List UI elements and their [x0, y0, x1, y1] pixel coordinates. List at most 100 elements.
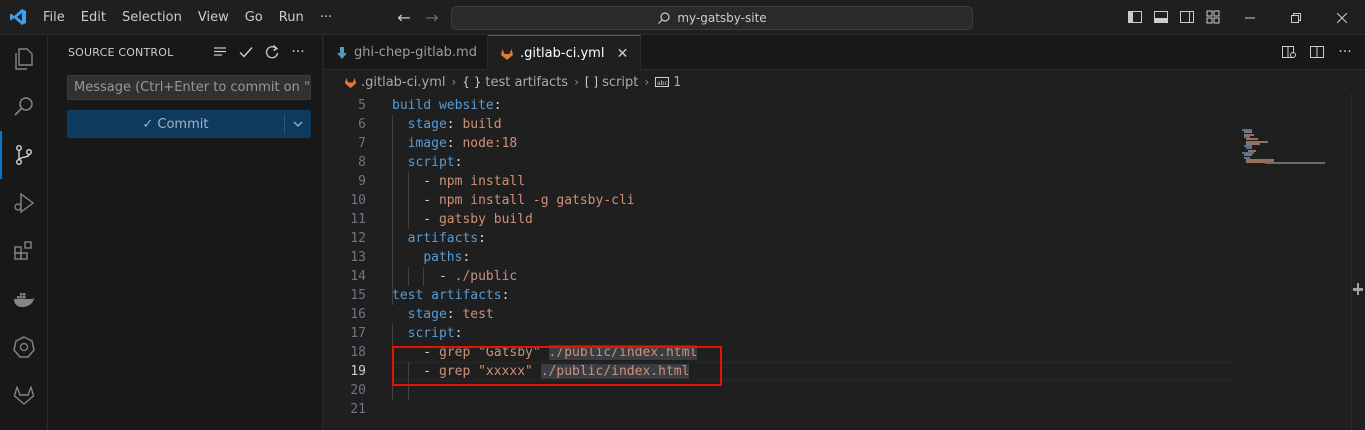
minimize-icon[interactable] [1227, 0, 1273, 35]
line-content: artifacts: [392, 229, 486, 248]
source-control-icon[interactable] [0, 131, 48, 179]
line-number: 12 [350, 231, 366, 246]
line-content: test artifacts: [392, 286, 509, 305]
menu-item-edit[interactable]: Edit [73, 0, 114, 35]
toggle-secondary-sidebar-icon[interactable] [1178, 8, 1196, 26]
line-number: 17 [350, 326, 366, 341]
commit-check-icon[interactable] [238, 44, 254, 60]
line-number: 16 [350, 307, 366, 322]
open-preview-icon[interactable] [1281, 44, 1297, 60]
menu-item-view[interactable]: View [190, 0, 237, 35]
punctuation [392, 136, 408, 151]
minimap[interactable] [1239, 93, 1351, 430]
code-line[interactable]: 11 - gatsby build [324, 210, 1239, 229]
menu-item-file[interactable]: File [35, 0, 73, 35]
line-content: - npm install -g gatsby-cli [392, 191, 635, 210]
punctuation: : [501, 288, 510, 303]
menu-more-icon[interactable]: ··· [312, 0, 340, 35]
close-tab-icon[interactable]: ✕ [614, 46, 630, 62]
source-control-panel: SOURCE CONTROL ··· Message (Ctrl+Enter t… [48, 35, 323, 430]
refresh-icon[interactable] [264, 44, 280, 60]
line-number: 21 [350, 402, 366, 417]
tab-ghi-chep-gitlab-md[interactable]: ghi-chep-gitlab.md [324, 35, 488, 70]
code-line[interactable]: 5 build website: [324, 96, 1239, 115]
breadcrumb-job[interactable]: test artifacts [485, 75, 568, 90]
highlight-annotation-box [392, 346, 722, 386]
menu-item-go[interactable]: Go [237, 0, 271, 35]
command-center-text: my-gatsby-site [677, 11, 767, 25]
line-content: - gatsby build [392, 210, 533, 229]
search-activity-icon[interactable] [0, 83, 48, 131]
punctuation: : [446, 117, 463, 132]
line-number: 8 [358, 155, 366, 170]
line-number: 13 [350, 250, 366, 265]
toggle-panel-icon[interactable] [1152, 8, 1170, 26]
code-line[interactable]: 7 image: node:18 [324, 134, 1239, 153]
commit-message-input[interactable]: Message (Ctrl+Enter to commit on "m... [67, 75, 311, 100]
chevron-right-icon: › [451, 75, 457, 89]
vertical-scrollbar[interactable] [1351, 93, 1365, 430]
window-controls [1227, 0, 1365, 35]
yaml-value: node:18 [462, 136, 518, 151]
line-content: build website: [392, 96, 502, 115]
code-line[interactable]: 16 stage: test [324, 305, 1239, 324]
commit-dropdown-chevron-icon[interactable] [285, 110, 311, 138]
menu-item-run[interactable]: Run [271, 0, 312, 35]
editor-more-actions-icon[interactable]: ··· [1337, 44, 1353, 60]
restore-icon[interactable] [1273, 0, 1319, 35]
code-line[interactable]: 12 artifacts: [324, 229, 1239, 248]
line-number: 15 [350, 288, 366, 303]
vscode-logo-icon[interactable] [0, 0, 35, 35]
back-arrow-icon[interactable]: ← [396, 8, 412, 27]
panel-actions: ··· [212, 44, 306, 60]
split-editor-icon[interactable] [1309, 44, 1325, 60]
commit-main-action[interactable]: ✓ Commit [67, 110, 284, 138]
commit-button[interactable]: ✓ Commit [67, 110, 311, 138]
line-number: 5 [358, 98, 366, 113]
code-line[interactable]: 10 - npm install -g gatsby-cli [324, 191, 1239, 210]
more-actions-icon[interactable]: ··· [290, 44, 306, 60]
code-line[interactable]: 15 test artifacts: [324, 286, 1239, 305]
yaml-value: ./public [454, 269, 518, 284]
explorer-icon[interactable] [0, 35, 48, 83]
extensions-icon[interactable] [0, 227, 48, 275]
view-as-tree-icon[interactable] [212, 44, 228, 60]
customize-layout-icon[interactable] [1204, 8, 1222, 26]
punctuation: : [462, 250, 471, 265]
code-line[interactable]: 8 script: [324, 153, 1239, 172]
yaml-value: npm install -g gatsby-cli [438, 193, 635, 208]
yaml-key: script [407, 326, 455, 341]
code-line[interactable]: 17 script: [324, 324, 1239, 343]
punctuation: : [454, 326, 463, 341]
object-icon: { } [462, 75, 482, 89]
breadcrumb-key[interactable]: script [602, 75, 638, 90]
breadcrumb-item[interactable]: 1 [673, 75, 681, 90]
editor-actions: ··· [1281, 44, 1353, 60]
docker-icon[interactable] [0, 275, 48, 323]
code-line[interactable]: 13 paths: [324, 248, 1239, 267]
command-center[interactable]: my-gatsby-site [451, 6, 973, 30]
line-number: 9 [358, 174, 366, 189]
code-line[interactable]: 14 - ./public [324, 267, 1239, 286]
line-number: 20 [350, 383, 366, 398]
code-line[interactable]: 21 [324, 400, 1239, 419]
indent-guide [392, 115, 393, 305]
tab-gitlab-ci-yml[interactable]: .gitlab-ci.yml ✕ [487, 35, 642, 71]
array-icon: [ ] [584, 75, 599, 89]
breadcrumb-file[interactable]: .gitlab-ci.yml [361, 75, 445, 90]
markdown-icon [337, 46, 347, 59]
menu-item-selection[interactable]: Selection [114, 0, 190, 35]
code-line[interactable]: 6 stage: build [324, 115, 1239, 134]
run-and-debug-icon[interactable] [0, 179, 48, 227]
line-content: - ./public [392, 267, 517, 286]
forward-arrow-icon[interactable]: → [424, 8, 440, 27]
close-window-icon[interactable] [1319, 0, 1365, 35]
yaml-key: artifacts [407, 231, 479, 246]
punctuation [392, 117, 408, 132]
code-line[interactable]: 9 - npm install [324, 172, 1239, 191]
punctuation: : [478, 231, 486, 246]
gitlab-workflow-icon[interactable] [0, 371, 48, 419]
toggle-primary-sidebar-icon[interactable] [1126, 8, 1144, 26]
gitlab-icon [500, 48, 513, 60]
kubernetes-icon[interactable] [0, 323, 48, 371]
